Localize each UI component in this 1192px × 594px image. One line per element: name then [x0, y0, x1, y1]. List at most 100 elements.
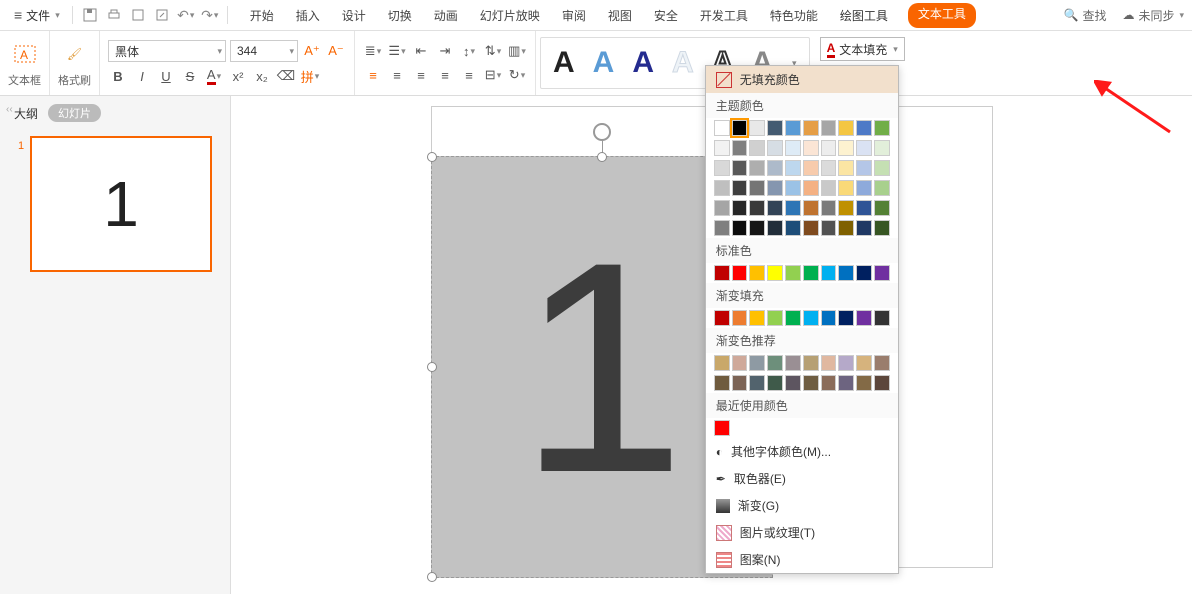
tab-design[interactable]: 设计	[340, 3, 368, 28]
slides-tab[interactable]: 幻灯片	[48, 104, 101, 122]
color-swatch[interactable]	[732, 180, 748, 196]
font-color-icon[interactable]: A▾	[204, 66, 224, 86]
color-swatch[interactable]	[785, 140, 801, 156]
color-swatch[interactable]	[838, 220, 854, 236]
color-swatch[interactable]	[856, 375, 872, 391]
color-swatch[interactable]	[803, 310, 819, 326]
color-swatch[interactable]	[856, 265, 872, 281]
color-swatch[interactable]	[856, 200, 872, 216]
file-menu[interactable]: ≡ 文件▾	[8, 5, 66, 26]
rotate-text-icon[interactable]: ↻▾	[507, 65, 527, 85]
resize-handle-sw[interactable]	[427, 572, 437, 582]
color-swatch[interactable]	[838, 180, 854, 196]
color-swatch[interactable]	[856, 140, 872, 156]
color-swatch[interactable]	[749, 140, 765, 156]
resize-handle-n[interactable]	[597, 152, 607, 162]
color-swatch[interactable]	[874, 220, 890, 236]
color-swatch[interactable]	[749, 265, 765, 281]
no-fill-item[interactable]: 无填充颜色	[706, 66, 898, 93]
color-swatch[interactable]	[749, 310, 765, 326]
color-swatch[interactable]	[785, 265, 801, 281]
color-swatch[interactable]	[874, 180, 890, 196]
tab-drawing-tools[interactable]: 绘图工具	[838, 3, 890, 28]
tab-developer[interactable]: 开发工具	[698, 3, 750, 28]
color-swatch[interactable]	[803, 200, 819, 216]
color-swatch[interactable]	[732, 355, 748, 371]
color-swatch[interactable]	[821, 140, 837, 156]
color-swatch[interactable]	[838, 265, 854, 281]
color-swatch[interactable]	[767, 140, 783, 156]
color-swatch[interactable]	[874, 265, 890, 281]
align-center-icon[interactable]: ≡	[387, 65, 407, 85]
color-swatch[interactable]	[856, 355, 872, 371]
color-swatch[interactable]	[874, 140, 890, 156]
tab-features[interactable]: 特色功能	[768, 3, 820, 28]
align-distribute-icon[interactable]: ≡	[459, 65, 479, 85]
tab-transition[interactable]: 切换	[386, 3, 414, 28]
underline-icon[interactable]: U	[156, 66, 176, 86]
color-swatch[interactable]	[749, 180, 765, 196]
valign-icon[interactable]: ⊟▾	[483, 65, 503, 85]
color-swatch[interactable]	[803, 120, 819, 136]
color-swatch[interactable]	[714, 180, 730, 196]
color-swatch[interactable]	[856, 220, 872, 236]
color-swatch[interactable]	[803, 180, 819, 196]
increase-indent-icon[interactable]: ⇥	[435, 41, 455, 61]
text-direction-icon[interactable]: ⇅▾	[483, 41, 503, 61]
color-swatch[interactable]	[874, 200, 890, 216]
slide-thumbnail-1[interactable]: 1 1	[18, 136, 212, 272]
color-swatch[interactable]	[714, 375, 730, 391]
subscript-icon[interactable]: x₂	[252, 66, 272, 86]
resize-handle-nw[interactable]	[427, 152, 437, 162]
color-swatch[interactable]	[874, 375, 890, 391]
find-button[interactable]: 🔍查找	[1063, 7, 1106, 24]
tab-insert[interactable]: 插入	[294, 3, 322, 28]
color-swatch[interactable]	[732, 375, 748, 391]
color-swatch[interactable]	[821, 160, 837, 176]
color-swatch[interactable]	[874, 160, 890, 176]
tab-text-tools[interactable]: 文本工具	[908, 3, 976, 28]
color-swatch[interactable]	[785, 200, 801, 216]
wordart-style-4[interactable]: A	[672, 46, 694, 80]
pattern-item[interactable]: 图案(N)	[706, 546, 898, 573]
color-swatch[interactable]	[803, 160, 819, 176]
color-swatch[interactable]	[856, 180, 872, 196]
color-swatch[interactable]	[749, 375, 765, 391]
clear-format-icon[interactable]: ⌫	[276, 66, 296, 86]
color-swatch[interactable]	[732, 200, 748, 216]
color-swatch[interactable]	[821, 200, 837, 216]
sync-status[interactable]: ☁未同步▾	[1122, 7, 1184, 24]
color-swatch[interactable]	[838, 140, 854, 156]
more-colors-item[interactable]: ◐其他字体颜色(M)...	[706, 438, 898, 465]
align-justify-icon[interactable]: ≡	[435, 65, 455, 85]
redo-icon[interactable]: ↷▾	[199, 4, 221, 26]
color-swatch[interactable]	[785, 220, 801, 236]
color-swatch[interactable]	[749, 200, 765, 216]
color-swatch[interactable]	[838, 120, 854, 136]
color-swatch[interactable]	[821, 265, 837, 281]
italic-icon[interactable]: I	[132, 66, 152, 86]
color-swatch[interactable]	[785, 160, 801, 176]
bold-icon[interactable]: B	[108, 66, 128, 86]
color-swatch[interactable]	[749, 355, 765, 371]
color-swatch[interactable]	[874, 310, 890, 326]
text-fill-button[interactable]: A 文本填充	[820, 37, 905, 61]
color-swatch[interactable]	[821, 310, 837, 326]
columns-icon[interactable]: ▥▾	[507, 41, 527, 61]
strikethrough-icon[interactable]: S	[180, 66, 200, 86]
collapse-panel-icon[interactable]: ‹‹	[6, 104, 13, 115]
color-swatch[interactable]	[838, 310, 854, 326]
wordart-style-2[interactable]: A	[593, 46, 615, 80]
color-swatch[interactable]	[714, 355, 730, 371]
align-left-icon[interactable]: ≡	[363, 65, 383, 85]
color-swatch[interactable]	[714, 160, 730, 176]
save-icon[interactable]	[79, 4, 101, 26]
color-swatch[interactable]	[714, 310, 730, 326]
color-swatch[interactable]	[714, 265, 730, 281]
texture-item[interactable]: 图片或纹理(T)	[706, 519, 898, 546]
line-spacing-icon[interactable]: ↕▾	[459, 41, 479, 61]
color-swatch[interactable]	[767, 375, 783, 391]
color-swatch[interactable]	[874, 120, 890, 136]
color-swatch[interactable]	[838, 375, 854, 391]
color-swatch[interactable]	[803, 375, 819, 391]
